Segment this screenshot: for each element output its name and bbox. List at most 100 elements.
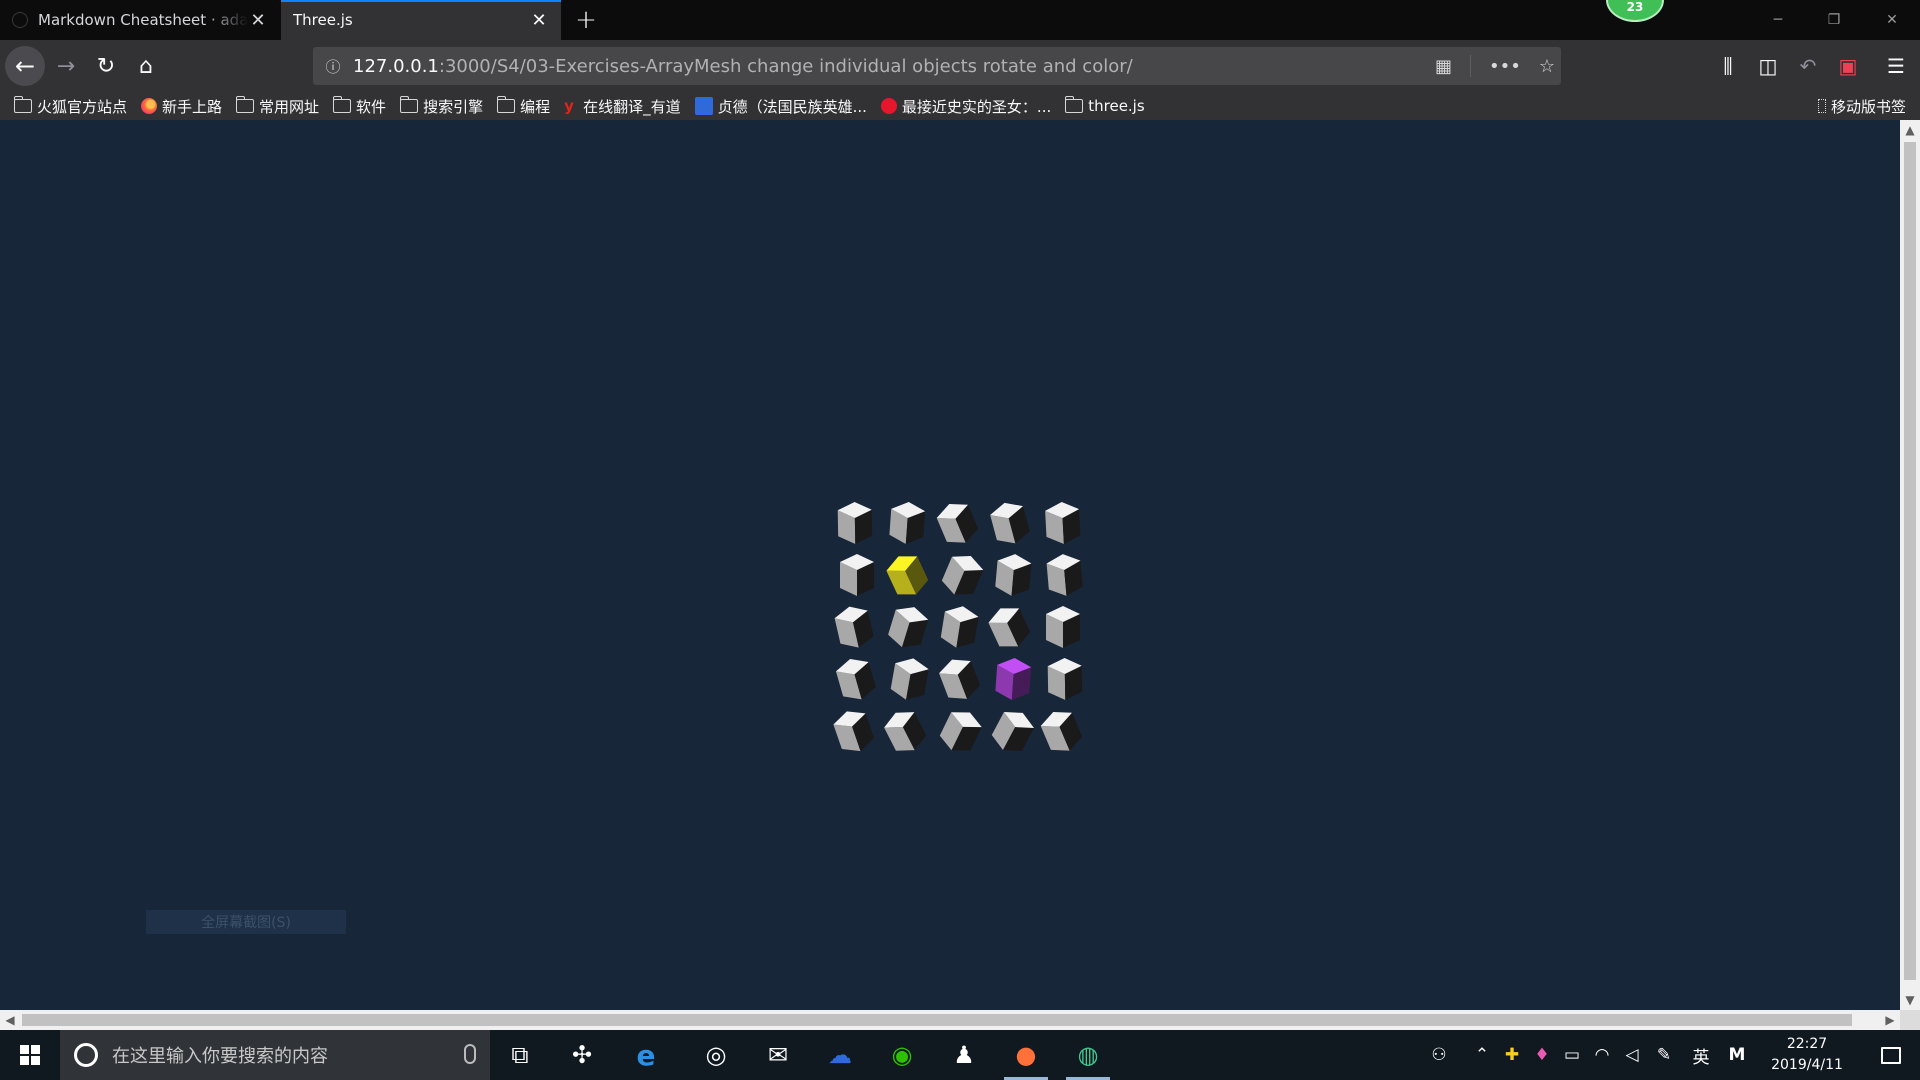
firefox-taskbar-icon[interactable]: ● bbox=[996, 1030, 1056, 1080]
scroll-down-icon[interactable]: ▼ bbox=[1900, 990, 1920, 1010]
scroll-thumb[interactable] bbox=[22, 1014, 1852, 1026]
restore-button[interactable]: ❐ bbox=[1806, 0, 1862, 40]
sogou-app-icon[interactable]: ✣ bbox=[552, 1030, 612, 1080]
bookmark-folder-threejs[interactable]: three.js bbox=[1064, 96, 1145, 115]
screenshot-tooltip: 全屏幕截图(S) bbox=[146, 910, 346, 934]
baidu-netdisk-icon[interactable]: ☁ bbox=[810, 1030, 870, 1080]
tab-strip: Markdown Cheatsheet · adam-p/markdown-he… bbox=[0, 0, 1920, 40]
minimize-button[interactable]: ─ bbox=[1750, 0, 1806, 40]
reload-button[interactable]: ↻ bbox=[88, 48, 124, 84]
mobile-bookmarks[interactable]: 移动版书签 bbox=[1817, 92, 1906, 120]
tab-threejs[interactable]: Three.js ✕ bbox=[281, 0, 561, 40]
site-info-icon[interactable]: ⓘ bbox=[313, 56, 353, 77]
people-icon[interactable]: ⚇ bbox=[1424, 1030, 1454, 1080]
cube bbox=[939, 659, 981, 699]
bookmark-label: 编程 bbox=[520, 97, 551, 116]
scroll-thumb[interactable] bbox=[1904, 142, 1916, 980]
close-window-button[interactable]: ✕ bbox=[1864, 0, 1920, 40]
microphone-icon[interactable] bbox=[464, 1044, 476, 1064]
bookmark-label: 最接近史实的圣女：... bbox=[901, 97, 1052, 116]
bookmark-getting-started[interactable]: 新手上路 bbox=[141, 96, 222, 117]
cube bbox=[995, 658, 1032, 700]
library-icon[interactable]: ⫼ bbox=[1712, 52, 1744, 80]
folder-icon bbox=[496, 96, 516, 113]
bookmark-label: 火狐官方站点 bbox=[37, 97, 128, 116]
pocket-icon[interactable]: ▣ bbox=[1832, 52, 1864, 80]
cube bbox=[888, 607, 929, 648]
wifi-icon[interactable]: ◠ bbox=[1590, 1030, 1614, 1080]
bookmark-folder-programming[interactable]: 编程 bbox=[496, 96, 551, 117]
baidu-icon bbox=[694, 97, 713, 115]
chrome-app-icon[interactable]: ◍ bbox=[1058, 1030, 1118, 1080]
cube bbox=[941, 555, 984, 595]
system-clock[interactable]: 22:27 2019/4/11 bbox=[1762, 1034, 1852, 1076]
scroll-up-icon[interactable]: ▲ bbox=[1900, 120, 1920, 140]
action-center-icon[interactable] bbox=[1862, 1030, 1920, 1080]
cube bbox=[834, 606, 874, 648]
sidebar-icon[interactable]: ◫ bbox=[1752, 52, 1784, 80]
webgl-canvas[interactable]: 全屏幕截图(S) bbox=[0, 120, 1900, 1010]
youdao-icon: y bbox=[564, 97, 574, 115]
forward-button[interactable]: → bbox=[48, 48, 84, 84]
close-tab-icon[interactable]: ✕ bbox=[248, 10, 268, 31]
undo-close-icon[interactable]: ↶ bbox=[1792, 52, 1824, 80]
battery-icon[interactable]: ▭ bbox=[1560, 1030, 1584, 1080]
url-host: 127.0.0.1 bbox=[353, 55, 439, 77]
close-tab-icon[interactable]: ✕ bbox=[529, 10, 549, 31]
mail-icon[interactable]: ✉ bbox=[748, 1030, 808, 1080]
back-button[interactable]: ← bbox=[5, 46, 45, 86]
url-bar[interactable]: ⓘ 127.0.0.1:3000/S4/03-Exercises-ArrayMe… bbox=[313, 47, 1561, 85]
notification-badge[interactable]: 23 bbox=[1606, 0, 1664, 22]
new-tab-button[interactable]: + bbox=[570, 4, 602, 36]
cube bbox=[995, 554, 1032, 596]
horizontal-scrollbar[interactable]: ◀ ▶ bbox=[0, 1010, 1900, 1030]
show-hidden-icons[interactable]: ⌃ bbox=[1470, 1030, 1494, 1080]
bookmark-folder-search-engines[interactable]: 搜索引擎 bbox=[399, 96, 483, 117]
cube bbox=[1046, 606, 1080, 648]
app-tray-icon[interactable]: ♦ bbox=[1530, 1030, 1554, 1080]
scroll-right-icon[interactable]: ▶ bbox=[1880, 1010, 1900, 1030]
url-path: :3000/S4/03-Exercises-ArrayMesh change i… bbox=[438, 55, 1133, 77]
input-language[interactable]: 英 bbox=[1686, 1030, 1716, 1080]
clock-time: 22:27 bbox=[1786, 1036, 1828, 1052]
cube bbox=[1047, 658, 1083, 700]
url-text[interactable]: 127.0.0.1:3000/S4/03-Exercises-ArrayMesh… bbox=[353, 56, 1133, 77]
qr-code-icon[interactable]: ▦ bbox=[1435, 56, 1452, 77]
network-tool-icon[interactable]: ◎ bbox=[686, 1030, 746, 1080]
page-actions-icon[interactable]: ••• bbox=[1489, 56, 1521, 77]
qq-icon[interactable]: ♟ bbox=[934, 1030, 994, 1080]
bookmark-folder-software[interactable]: 软件 bbox=[332, 96, 386, 117]
start-button[interactable] bbox=[0, 1030, 60, 1080]
bookmark-folder-common-sites[interactable]: 常用网址 bbox=[235, 96, 319, 117]
menu-icon[interactable]: ☰ bbox=[1880, 52, 1912, 80]
github-icon bbox=[12, 12, 28, 28]
mobile-bookmarks-label: 移动版书签 bbox=[1830, 97, 1906, 116]
weibo-icon bbox=[880, 98, 897, 114]
home-button[interactable]: ⌂ bbox=[128, 48, 164, 84]
scroll-left-icon[interactable]: ◀ bbox=[0, 1010, 20, 1030]
bookmark-folder-firefox-official[interactable]: 火狐官方站点 bbox=[13, 96, 128, 117]
cube bbox=[988, 608, 1031, 647]
vertical-scrollbar[interactable]: ▲ ▼ bbox=[1900, 120, 1920, 1010]
volume-muted-icon[interactable]: ◁ bbox=[1620, 1030, 1644, 1080]
security-tray-icon[interactable]: ✚ bbox=[1500, 1030, 1524, 1080]
task-view-icon[interactable]: ⧉ bbox=[490, 1030, 550, 1080]
cube bbox=[991, 712, 1034, 751]
ime-mode[interactable]: M bbox=[1722, 1030, 1752, 1080]
cube bbox=[990, 502, 1030, 544]
wechat-icon[interactable]: ◉ bbox=[872, 1030, 932, 1080]
cube bbox=[837, 502, 873, 544]
bookmark-star-icon[interactable]: ☆ bbox=[1539, 56, 1555, 77]
bookmark-label: 在线翻译_有道 bbox=[583, 97, 681, 116]
bookmark-youdao-translate[interactable]: y 在线翻译_有道 bbox=[564, 96, 681, 117]
bookmark-joan-of-arc-baike[interactable]: 贞德（法国民族英雄... bbox=[694, 96, 867, 117]
tab-title: Three.js bbox=[293, 11, 353, 29]
search-placeholder: 在这里输入你要搜索的内容 bbox=[112, 1046, 328, 1067]
taskbar-search[interactable]: 在这里输入你要搜索的内容 bbox=[60, 1030, 490, 1080]
internet-explorer-icon[interactable]: e bbox=[616, 1030, 676, 1080]
pen-icon[interactable]: ✎ bbox=[1652, 1030, 1676, 1080]
cube bbox=[936, 503, 979, 543]
mobile-icon bbox=[1817, 99, 1826, 113]
tab-markdown-cheatsheet[interactable]: Markdown Cheatsheet · adam-p/markdown-he… bbox=[0, 0, 280, 40]
bookmark-saint-weibo[interactable]: 最接近史实的圣女：... bbox=[880, 96, 1052, 117]
